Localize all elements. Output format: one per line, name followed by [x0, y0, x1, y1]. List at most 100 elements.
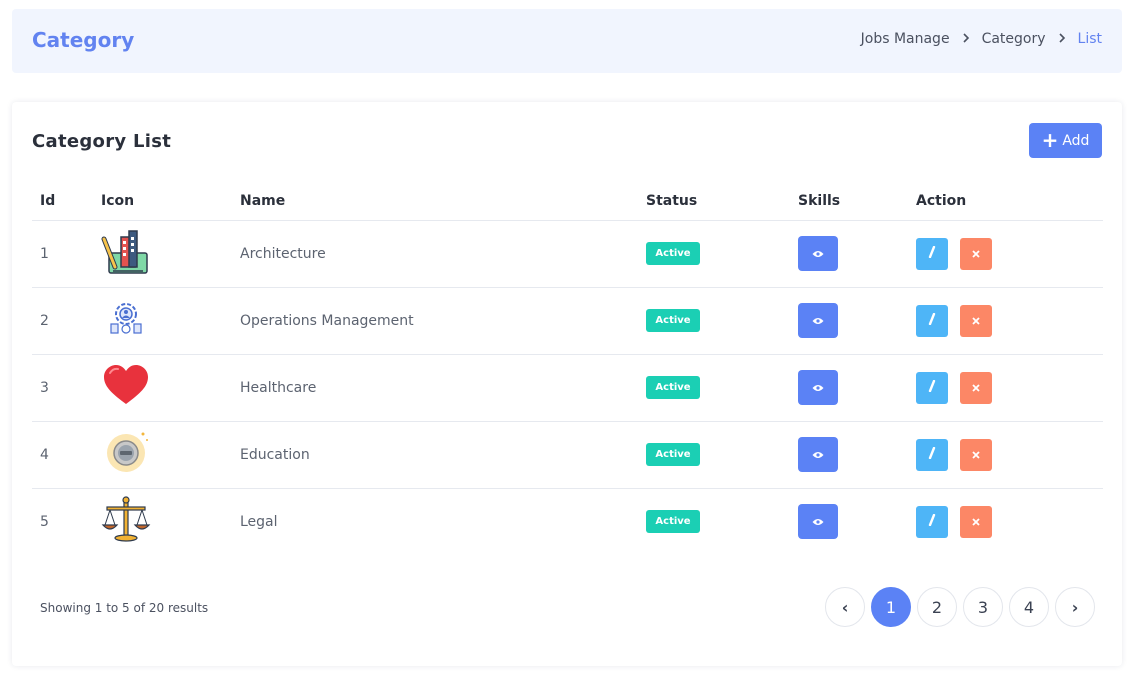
column-header-skills: Skills — [790, 182, 908, 221]
eye-icon — [812, 380, 824, 396]
breadcrumb-item-category[interactable]: Category — [982, 31, 1046, 47]
row-status-cell: Active — [638, 220, 790, 288]
edit-button[interactable] — [916, 371, 948, 404]
column-header-action: Action — [908, 182, 1103, 221]
row-id: 3 — [32, 354, 93, 422]
status-badge: Active — [646, 443, 700, 466]
eye-icon — [812, 246, 824, 262]
edit-button[interactable] — [916, 304, 948, 337]
row-name: Healthcare — [232, 354, 638, 422]
row-id: 2 — [32, 287, 93, 355]
breadcrumb: Jobs Manage Category List — [861, 31, 1102, 47]
row-skills-cell — [790, 488, 908, 555]
edit-button[interactable] — [916, 438, 948, 471]
delete-button[interactable] — [960, 237, 992, 270]
breadcrumb-item-jobs-manage[interactable]: Jobs Manage — [861, 31, 950, 47]
row-skills-cell — [790, 220, 908, 288]
row-icon-cell — [93, 220, 232, 288]
page-button-2[interactable]: 2 — [917, 587, 957, 627]
row-id: 1 — [32, 220, 93, 288]
pagination: ‹ 1 2 3 4 › — [825, 587, 1095, 627]
view-skills-button[interactable] — [798, 504, 838, 540]
chevron-right-icon — [1058, 31, 1066, 47]
page-button-1[interactable]: 1 — [871, 587, 911, 627]
page-button-3[interactable]: 3 — [963, 587, 1003, 627]
row-name: Architecture — [232, 220, 638, 288]
delete-button[interactable] — [960, 371, 992, 404]
operations-gear-icon — [101, 302, 151, 348]
column-header-status: Status — [638, 182, 790, 221]
row-status-cell: Active — [638, 421, 790, 489]
view-skills-button[interactable] — [798, 236, 838, 271]
eye-icon — [812, 514, 824, 530]
pencil-icon — [928, 312, 936, 329]
row-status-cell: Active — [638, 488, 790, 555]
category-list-card: Category List + Add Id Icon Name Status … — [12, 102, 1122, 666]
table-row: 3 Healthcare Active — [32, 354, 1103, 422]
row-status-cell: Active — [638, 287, 790, 355]
status-badge: Active — [646, 309, 700, 332]
heart-icon — [101, 364, 151, 415]
close-icon — [972, 514, 980, 530]
row-icon-cell — [93, 287, 232, 355]
column-header-icon: Icon — [93, 182, 232, 221]
page-title: Category — [32, 28, 135, 52]
category-table: Id Icon Name Status Skills Action 1 Arch… — [32, 182, 1103, 555]
status-badge: Active — [646, 376, 700, 399]
results-summary: Showing 1 to 5 of 20 results — [40, 601, 209, 615]
row-skills-cell — [790, 421, 908, 489]
close-icon — [972, 246, 980, 262]
add-category-button[interactable]: + Add — [1029, 123, 1102, 158]
pencil-icon — [928, 245, 936, 262]
row-action-cell — [908, 488, 1103, 555]
row-action-cell — [908, 287, 1103, 355]
page-button-4[interactable]: 4 — [1009, 587, 1049, 627]
pencil-icon — [928, 446, 936, 463]
table-row: 1 Architecture Active — [32, 220, 1103, 288]
close-icon — [972, 447, 980, 463]
table-row: 5 Legal Active — [32, 488, 1103, 555]
row-name: Legal — [240, 513, 278, 530]
plus-icon: + — [1041, 127, 1059, 152]
card-title: Category List — [32, 131, 172, 152]
page-header: Category Jobs Manage Category List — [12, 9, 1122, 73]
row-action-cell — [908, 354, 1103, 422]
close-icon — [972, 380, 980, 396]
row-skills-cell — [790, 354, 908, 422]
row-icon-cell — [93, 488, 232, 555]
table-row: 2 Operations Management Active — [32, 287, 1103, 355]
row-icon-cell — [93, 354, 232, 422]
delete-button[interactable] — [960, 438, 992, 471]
edit-button[interactable] — [916, 505, 948, 538]
breadcrumb-item-list: List — [1077, 31, 1102, 47]
edit-button[interactable] — [916, 237, 948, 270]
education-badge-icon — [101, 432, 151, 482]
column-header-name: Name — [232, 182, 638, 221]
status-badge: Active — [646, 510, 700, 534]
delete-button[interactable] — [960, 505, 992, 538]
prev-page-button[interactable]: ‹ — [825, 587, 865, 627]
row-status-cell: Active — [638, 354, 790, 422]
table-header-row: Id Icon Name Status Skills Action — [32, 182, 1103, 221]
pencil-icon — [928, 379, 936, 396]
column-header-id: Id — [32, 182, 93, 221]
add-button-label: Add — [1062, 132, 1090, 149]
view-skills-button[interactable] — [798, 303, 838, 338]
architecture-icon — [101, 229, 151, 281]
row-icon-cell — [93, 421, 232, 489]
eye-icon — [812, 313, 824, 329]
status-badge: Active — [646, 242, 700, 265]
row-name: Education — [232, 421, 638, 489]
row-action-cell — [908, 421, 1103, 489]
scales-of-justice-icon — [101, 496, 151, 549]
eye-icon — [812, 447, 824, 463]
view-skills-button[interactable] — [798, 437, 838, 472]
delete-button[interactable] — [960, 304, 992, 337]
table-row: 4 Education Active — [32, 421, 1103, 489]
row-skills-cell — [790, 287, 908, 355]
row-name: Operations Management — [232, 287, 638, 355]
pencil-icon — [928, 513, 936, 530]
view-skills-button[interactable] — [798, 370, 838, 405]
next-page-button[interactable]: › — [1055, 587, 1095, 627]
row-action-cell — [908, 220, 1103, 288]
